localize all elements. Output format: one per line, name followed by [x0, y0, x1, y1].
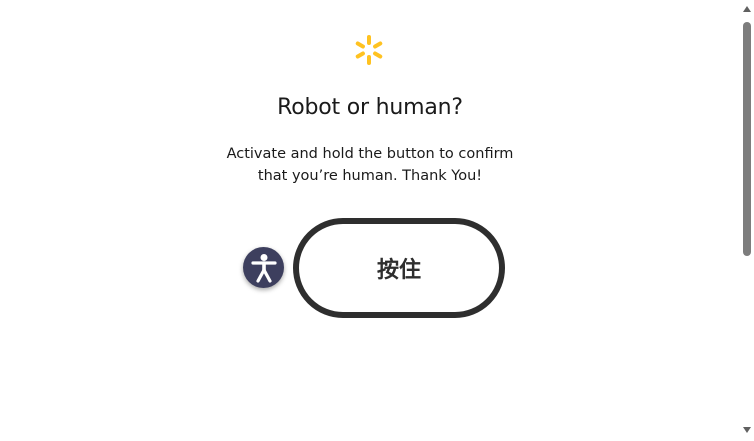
press-and-hold-button[interactable]: 按住 — [293, 218, 505, 318]
page-title: Robot or human? — [277, 95, 463, 120]
hold-button-label: 按住 — [376, 258, 421, 283]
accessibility-person-icon — [250, 253, 277, 283]
accessibility-button[interactable] — [243, 247, 284, 288]
captcha-page: Robot or human? Activate and hold the bu… — [0, 0, 754, 441]
instructions-line-2: that you’re human. Thank You! — [257, 168, 483, 184]
scroll-up-arrow-icon[interactable] — [742, 4, 752, 14]
scrollbar-thumb[interactable] — [743, 22, 751, 256]
vertical-scrollbar[interactable] — [740, 0, 754, 441]
walmart-spark-icon — [353, 34, 385, 66]
instructions-line-1: Activate and hold the button to confirm — [226, 146, 514, 162]
instructions-text: Activate and hold the button to confirm … — [0, 143, 740, 187]
scroll-down-arrow-icon[interactable] — [742, 425, 752, 435]
